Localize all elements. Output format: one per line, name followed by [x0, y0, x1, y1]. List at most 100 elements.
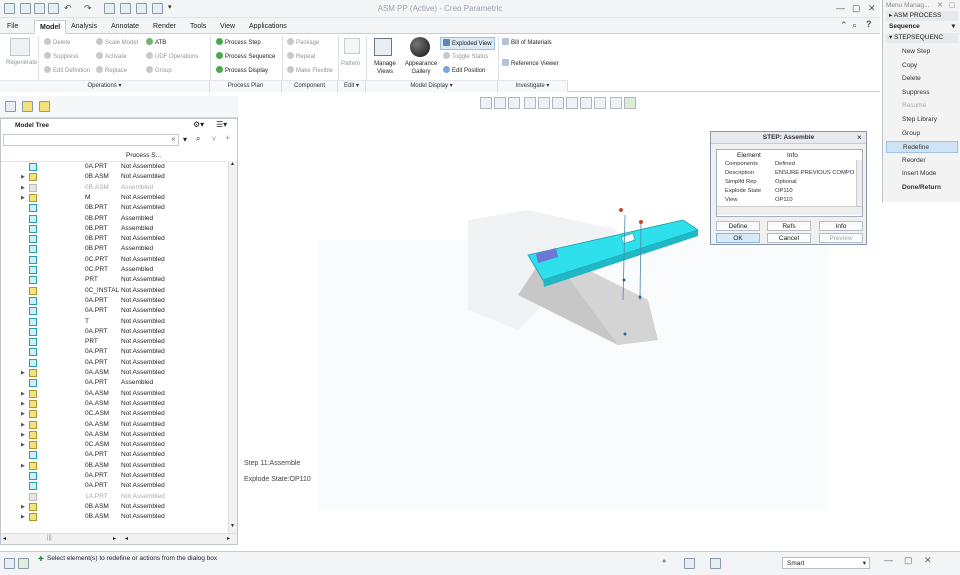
ok-button[interactable]: OK: [716, 233, 760, 243]
zoom-out-icon[interactable]: [508, 97, 520, 109]
group-button[interactable]: Group: [146, 66, 172, 75]
process-status-column-header[interactable]: Process S...: [126, 152, 161, 159]
package-button[interactable]: Package: [287, 38, 319, 47]
table-row[interactable]: PRT Not Assembled: [1, 275, 229, 285]
replace-button[interactable]: Replace: [96, 66, 127, 75]
view-manager-icon[interactable]: [566, 97, 578, 109]
step-sequence-header[interactable]: ▾ STEPSEQUENC: [886, 33, 958, 43]
tab-view[interactable]: View: [215, 20, 240, 34]
table-row[interactable]: 0A.PRT Not Assembled: [1, 358, 229, 368]
udf-operations-button[interactable]: UDF Operations: [146, 52, 198, 61]
help-icon[interactable]: ?: [866, 19, 872, 29]
table-row[interactable]: ▶ 0B.ASM Not Assembled: [1, 172, 229, 182]
sequence-header[interactable]: Sequence ▾: [886, 22, 958, 32]
table-row[interactable]: ▶ 0C.ASM Not Assembled: [1, 440, 229, 450]
exploded-view-button[interactable]: Exploded View: [440, 37, 495, 50]
collapse-ribbon-icon[interactable]: ⌃: [840, 20, 848, 31]
table-row[interactable]: ▶ 0A.ASM Not Assembled: [1, 368, 229, 378]
activate-button[interactable]: Activate: [96, 52, 126, 61]
close-menu-icon[interactable]: ✕: [937, 1, 943, 9]
expand-icon[interactable]: ▶: [21, 512, 25, 522]
table-row[interactable]: 0C.PRT Assembled: [1, 265, 229, 275]
atb-button[interactable]: ATB: [146, 38, 166, 47]
table-row[interactable]: ▶ 0B.ASM Assembled: [1, 183, 229, 193]
find-icon[interactable]: [684, 558, 695, 569]
table-row[interactable]: 0B.PRT Not Assembled: [1, 234, 229, 244]
expand-icon[interactable]: ▶: [21, 461, 25, 471]
scroll-down-icon[interactable]: ▼: [230, 523, 235, 529]
tab-analysis[interactable]: Analysis: [66, 20, 102, 34]
edit-position-button[interactable]: Edit Position: [443, 66, 485, 75]
tab-tools[interactable]: Tools: [185, 20, 211, 34]
table-row[interactable]: 0A.PRT Not Assembled: [1, 306, 229, 316]
scroll-thumb[interactable]: |||: [47, 535, 52, 541]
define-button[interactable]: Define: [716, 221, 760, 231]
pattern-icon[interactable]: [344, 38, 360, 54]
toggle-status-button[interactable]: Toggle Status: [443, 52, 488, 61]
cancel-button[interactable]: Cancel: [767, 233, 811, 243]
table-row[interactable]: ▶ 0A.ASM Not Assembled: [1, 399, 229, 409]
tree-search-input[interactable]: [3, 134, 179, 146]
table-row[interactable]: 0A.PRT Not Assembled: [1, 327, 229, 337]
make-flexible-button[interactable]: Make Flexible: [287, 66, 333, 75]
expand-icon[interactable]: ▶: [21, 502, 25, 512]
status-close-icon[interactable]: —: [884, 555, 893, 565]
table-row[interactable]: 0A.PRT Not Assembled: [1, 347, 229, 357]
menu-item-suppress[interactable]: Suppress: [886, 87, 958, 99]
maximize-icon[interactable]: ▢: [852, 3, 861, 14]
table-row[interactable]: ▶ 0B.ASM Not Assembled: [1, 502, 229, 512]
perspective-icon[interactable]: [580, 97, 592, 109]
repeat-button[interactable]: Repeat: [287, 52, 315, 61]
table-row[interactable]: 0B.PRT Assembled: [1, 214, 229, 224]
tree-find-icon[interactable]: ▾: [183, 135, 187, 144]
expand-icon[interactable]: ▶: [21, 368, 25, 378]
menu-item-copy[interactable]: Copy: [886, 60, 958, 72]
table-row[interactable]: 0B.PRT Assembled: [1, 244, 229, 254]
menu-item-reorder[interactable]: Reorder: [886, 155, 958, 167]
tree-horizontal-scrollbar[interactable]: ◂ ||| ▸ ◂ ▸: [1, 533, 237, 544]
expand-icon[interactable]: ▶: [21, 183, 25, 193]
table-row[interactable]: 0B.PRT Not Assembled: [1, 203, 229, 213]
table-row[interactable]: ▶ 0B.ASM Not Assembled: [1, 512, 229, 522]
refit-icon[interactable]: [480, 97, 492, 109]
menu-item-new-step[interactable]: New Step: [886, 46, 958, 58]
filter-select[interactable]: Smart ▾: [782, 557, 870, 569]
spin-center-icon[interactable]: [610, 97, 622, 109]
scroll-right-icon[interactable]: ▸: [227, 535, 230, 542]
tab-render[interactable]: Render: [148, 20, 181, 34]
expand-icon[interactable]: ▶: [21, 193, 25, 203]
add-column-icon[interactable]: +: [225, 133, 230, 143]
status-x-icon[interactable]: ✕: [924, 555, 932, 566]
table-row[interactable]: ▶ 0A.ASM Not Assembled: [1, 430, 229, 440]
scroll-right-icon[interactable]: ▸: [113, 535, 116, 542]
table-row[interactable]: ▶ M Not Assembled: [1, 193, 229, 203]
scroll-up-icon[interactable]: ▲: [230, 161, 235, 167]
appearance-gallery-icon[interactable]: [410, 37, 430, 57]
suppress-button[interactable]: Suppress: [44, 52, 78, 61]
datum-display-icon[interactable]: [594, 97, 606, 109]
edit-definition-button[interactable]: Edit Definition: [44, 66, 90, 75]
tab-annotate[interactable]: Annotate: [106, 20, 144, 34]
table-row[interactable]: 0A.PRT Assembled: [1, 378, 229, 388]
menu-item-step-library[interactable]: Step Library: [886, 114, 958, 126]
menu-item-done-return[interactable]: Done/Return: [886, 182, 958, 194]
table-row[interactable]: 0C.PRT Not Assembled: [1, 255, 229, 265]
process-step-button[interactable]: Process Step: [216, 38, 261, 47]
tab-applications[interactable]: Applications: [244, 20, 292, 34]
group-investigate[interactable]: Investigate ▾: [498, 80, 568, 92]
toggle-navigator-icon[interactable]: [4, 558, 15, 569]
filter-icon[interactable]: ⋎: [211, 134, 217, 143]
menu-item-resume[interactable]: Resume: [886, 100, 958, 112]
expand-icon[interactable]: ▶: [21, 440, 25, 450]
table-row[interactable]: ▶ 0B.ASM Not Assembled: [1, 461, 229, 471]
dialog-vertical-scrollbar[interactable]: [856, 160, 862, 206]
tree-settings-icon[interactable]: ⚙▾: [193, 120, 204, 129]
manage-views-button[interactable]: Manage Views: [372, 60, 398, 76]
scroll-left-icon[interactable]: ◂: [125, 535, 128, 542]
table-row[interactable]: ▶ 0C.ASM Not Assembled: [1, 409, 229, 419]
dialog-element[interactable]: Description: [725, 170, 754, 176]
dialog-element[interactable]: View: [725, 197, 737, 203]
saved-orientations-icon[interactable]: [552, 97, 564, 109]
expand-icon[interactable]: ▶: [21, 409, 25, 419]
annotation-display-icon[interactable]: [624, 97, 636, 109]
